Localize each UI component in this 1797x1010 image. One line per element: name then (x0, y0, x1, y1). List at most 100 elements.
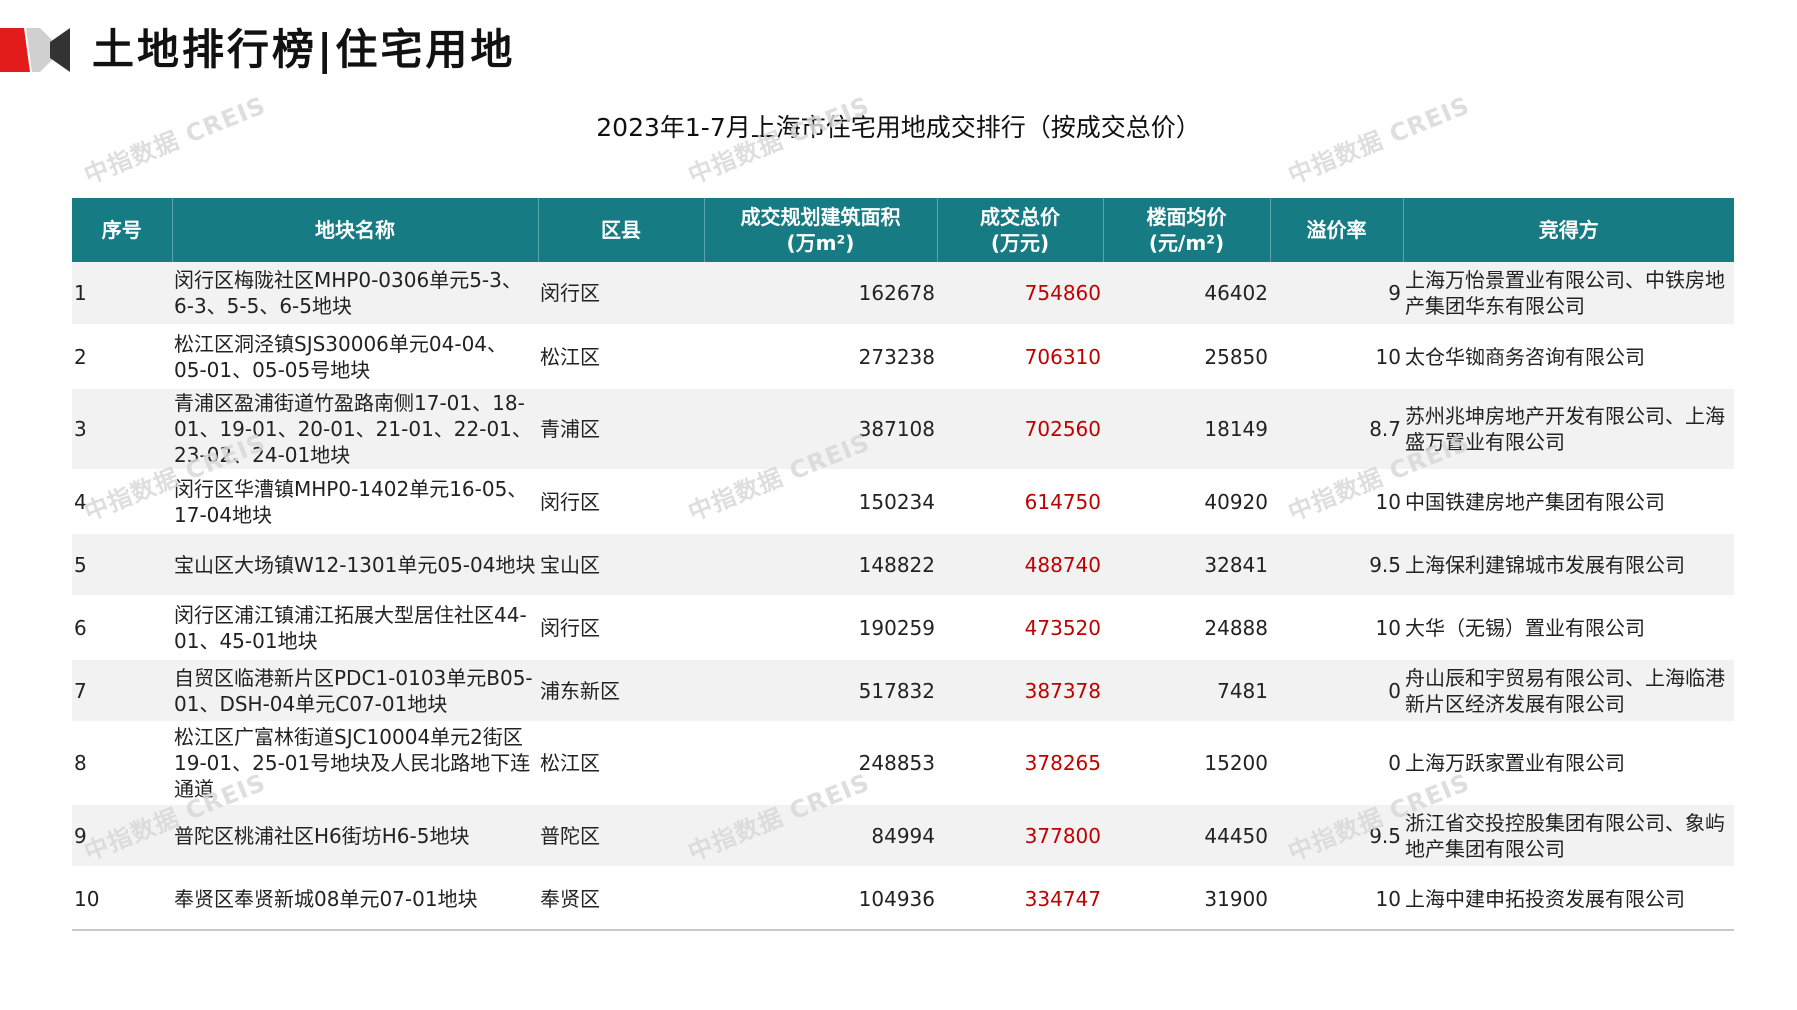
table-row: 8 松江区广富林街道SJC10004单元2街区19-01、25-01号地块及人民… (72, 722, 1734, 805)
cell-no: 10 (72, 867, 172, 931)
cell-premium: 0 (1270, 722, 1403, 805)
cell-premium: 0 (1270, 659, 1403, 723)
cell-total: 378265 (937, 722, 1103, 805)
col-header-premium: 溢价率 (1270, 198, 1404, 262)
cell-district: 普陀区 (538, 804, 704, 868)
cell-winner: 大华（无锡）置业有限公司 (1403, 596, 1734, 660)
cell-winner: 上海万怡景置业有限公司、中铁房地产集团华东有限公司 (1403, 262, 1734, 326)
cell-unit-price: 15200 (1103, 722, 1270, 805)
cell-district: 松江区 (538, 722, 704, 805)
cell-premium: 10 (1270, 470, 1403, 534)
cell-area: 248853 (704, 722, 937, 805)
cell-no: 8 (72, 722, 172, 805)
cell-district: 奉贤区 (538, 867, 704, 931)
cell-name: 松江区广富林街道SJC10004单元2街区19-01、25-01号地块及人民北路… (172, 722, 538, 805)
col-header-no: 序号 (72, 198, 173, 262)
table-row: 6 闵行区浦江镇浦江拓展大型居住社区44-01、45-01地块 闵行区 1902… (72, 596, 1734, 660)
cell-name: 普陀区桃浦社区H6街坊H6-5地块 (172, 804, 538, 868)
cell-winner: 上海中建申拓投资发展有限公司 (1403, 867, 1734, 931)
cell-district: 浦东新区 (538, 659, 704, 723)
cell-total: 706310 (937, 325, 1103, 389)
cell-district: 闵行区 (538, 470, 704, 534)
cell-name: 奉贤区奉贤新城08单元07-01地块 (172, 867, 538, 931)
cell-winner: 中国铁建房地产集团有限公司 (1403, 470, 1734, 534)
cell-no: 6 (72, 596, 172, 660)
col-header-unit-price: 楼面均价 (元/m²) (1103, 198, 1271, 262)
cell-winner: 太仓华铷商务咨询有限公司 (1403, 325, 1734, 389)
col-header-district: 区县 (538, 198, 705, 262)
cell-total: 754860 (937, 262, 1103, 326)
cell-district: 闵行区 (538, 596, 704, 660)
table-row: 2 松江区洞泾镇SJS30006单元04-04、05-01、05-05号地块 松… (72, 325, 1734, 389)
cell-winner: 上海万跃家置业有限公司 (1403, 722, 1734, 805)
cell-name: 自贸区临港新片区PDC1-0103单元B05-01、DSH-04单元C07-01… (172, 659, 538, 723)
cell-premium: 9.5 (1270, 804, 1403, 868)
cell-no: 2 (72, 325, 172, 389)
cell-district: 青浦区 (538, 388, 704, 471)
cell-winner: 苏州兆坤房地产开发有限公司、上海盛万置业有限公司 (1403, 388, 1734, 471)
cell-total: 387378 (937, 659, 1103, 723)
cell-area: 190259 (704, 596, 937, 660)
table-row: 3 青浦区盈浦街道竹盈路南侧17-01、18-01、19-01、20-01、21… (72, 388, 1734, 471)
table-title: 2023年1-7月上海市住宅用地成交排行（按成交总价） (596, 113, 1201, 142)
table-row: 5 宝山区大场镇W12-1301单元05-04地块 宝山区 148822 488… (72, 533, 1734, 597)
col-header-name: 地块名称 (172, 198, 539, 262)
cell-unit-price: 25850 (1103, 325, 1270, 389)
cell-no: 5 (72, 533, 172, 597)
cell-unit-price: 31900 (1103, 867, 1270, 931)
table-row: 4 闵行区华漕镇MHP0-1402单元16-05、17-04地块 闵行区 150… (72, 470, 1734, 534)
cell-name: 闵行区华漕镇MHP0-1402单元16-05、17-04地块 (172, 470, 538, 534)
cell-area: 387108 (704, 388, 937, 471)
cell-area: 162678 (704, 262, 937, 326)
cell-premium: 9 (1270, 262, 1403, 326)
cell-area: 150234 (704, 470, 937, 534)
col-header-area: 成交规划建筑面积 (万m²) (704, 198, 938, 262)
cell-unit-price: 18149 (1103, 388, 1270, 471)
cell-name: 闵行区梅陇社区MHP0-0306单元5-3、6-3、5-5、6-5地块 (172, 262, 538, 326)
cell-district: 闵行区 (538, 262, 704, 326)
cell-premium: 10 (1270, 596, 1403, 660)
cell-total: 334747 (937, 867, 1103, 931)
cell-name: 闵行区浦江镇浦江拓展大型居住社区44-01、45-01地块 (172, 596, 538, 660)
cell-total: 473520 (937, 596, 1103, 660)
cell-premium: 9.5 (1270, 533, 1403, 597)
cell-area: 273238 (704, 325, 937, 389)
cell-winner: 上海保利建锦城市发展有限公司 (1403, 533, 1734, 597)
table-header-row: 序号 地块名称 区县 成交规划建筑面积 (万m²) 成交总价 (万元) 楼面均价 (元… (72, 198, 1734, 262)
cell-total: 488740 (937, 533, 1103, 597)
cell-no: 7 (72, 659, 172, 723)
cell-no: 1 (72, 262, 172, 326)
cell-district: 松江区 (538, 325, 704, 389)
cell-no: 9 (72, 804, 172, 868)
cell-premium: 8.7 (1270, 388, 1403, 471)
cell-area: 517832 (704, 659, 937, 723)
cell-district: 宝山区 (538, 533, 704, 597)
cell-unit-price: 46402 (1103, 262, 1270, 326)
cell-area: 104936 (704, 867, 937, 931)
table-row: 1 闵行区梅陇社区MHP0-0306单元5-3、6-3、5-5、6-5地块 闵行… (72, 262, 1734, 326)
col-header-winner: 竞得方 (1403, 198, 1734, 262)
cell-name: 宝山区大场镇W12-1301单元05-04地块 (172, 533, 538, 597)
cell-unit-price: 32841 (1103, 533, 1270, 597)
land-ranking-table: 序号 地块名称 区县 成交规划建筑面积 (万m²) 成交总价 (万元) 楼面均价 (元… (72, 198, 1734, 931)
cell-no: 3 (72, 388, 172, 471)
cell-name: 松江区洞泾镇SJS30006单元04-04、05-01、05-05号地块 (172, 325, 538, 389)
cell-area: 84994 (704, 804, 937, 868)
cell-winner: 舟山辰和宇贸易有限公司、上海临港新片区经济发展有限公司 (1403, 659, 1734, 723)
cell-winner: 浙江省交投控股集团有限公司、象屿地产集团有限公司 (1403, 804, 1734, 868)
table-row: 7 自贸区临港新片区PDC1-0103单元B05-01、DSH-04单元C07-… (72, 659, 1734, 723)
cell-total: 377800 (937, 804, 1103, 868)
cell-name: 青浦区盈浦街道竹盈路南侧17-01、18-01、19-01、20-01、21-0… (172, 388, 538, 471)
table-row: 9 普陀区桃浦社区H6街坊H6-5地块 普陀区 84994 377800 444… (72, 804, 1734, 868)
cell-premium: 10 (1270, 325, 1403, 389)
cell-no: 4 (72, 470, 172, 534)
header-logo-mark (0, 28, 70, 72)
cell-unit-price: 40920 (1103, 470, 1270, 534)
page-title: 土地排行榜|住宅用地 (92, 25, 516, 74)
col-header-total: 成交总价 (万元) (937, 198, 1104, 262)
cell-unit-price: 7481 (1103, 659, 1270, 723)
cell-area: 148822 (704, 533, 937, 597)
cell-total: 614750 (937, 470, 1103, 534)
cell-unit-price: 24888 (1103, 596, 1270, 660)
cell-total: 702560 (937, 388, 1103, 471)
